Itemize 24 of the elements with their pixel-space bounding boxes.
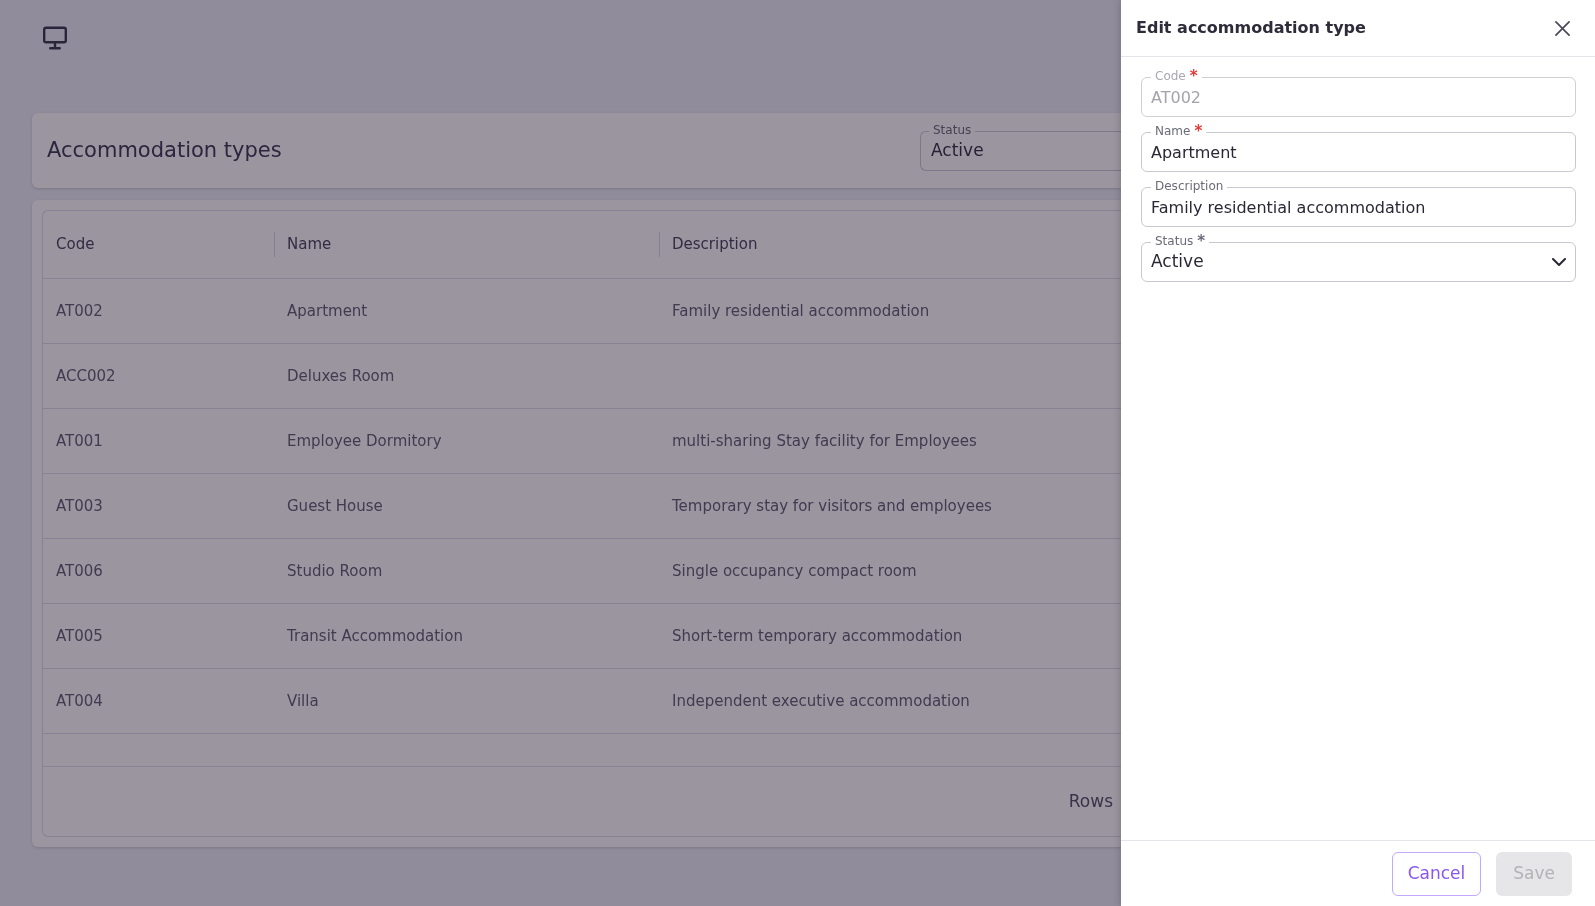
table-cell: Independent executive accommodation [672, 691, 970, 710]
table-cell: ACC002 [56, 366, 116, 385]
table-cell: Single occupancy compact room [672, 561, 917, 580]
table-cell: Short-term temporary accommodation [672, 626, 963, 645]
table-cell: Employee Dormitory [287, 431, 442, 450]
table-cell: Temporary stay for visitors and employees [672, 496, 992, 515]
table-cell: multi-sharing Stay facility for Employees [672, 431, 977, 450]
table-cell: AT001 [56, 431, 103, 450]
rows-per-page-label: Rows [1068, 789, 1113, 813]
table-cell: AT004 [56, 691, 103, 710]
table-cell: Family residential accommodation [672, 301, 930, 320]
table-cell: Villa [287, 691, 319, 710]
table-cell: Guest House [287, 496, 383, 515]
status-filter-label: Status [929, 122, 976, 137]
table-cell: AT002 [56, 301, 103, 320]
table-cell: Studio Room [287, 561, 383, 580]
drawer-title: Edit accommodation type [1136, 17, 1366, 39]
page-title: Accommodation types [47, 136, 282, 164]
table-cell: Deluxes Room [287, 366, 395, 385]
table-cell: AT006 [56, 561, 103, 580]
table-cell: Transit Accommodation [287, 626, 463, 645]
table-cell: AT003 [56, 496, 103, 515]
table-cell: AT005 [56, 626, 103, 645]
table-cell: Apartment [287, 301, 368, 320]
